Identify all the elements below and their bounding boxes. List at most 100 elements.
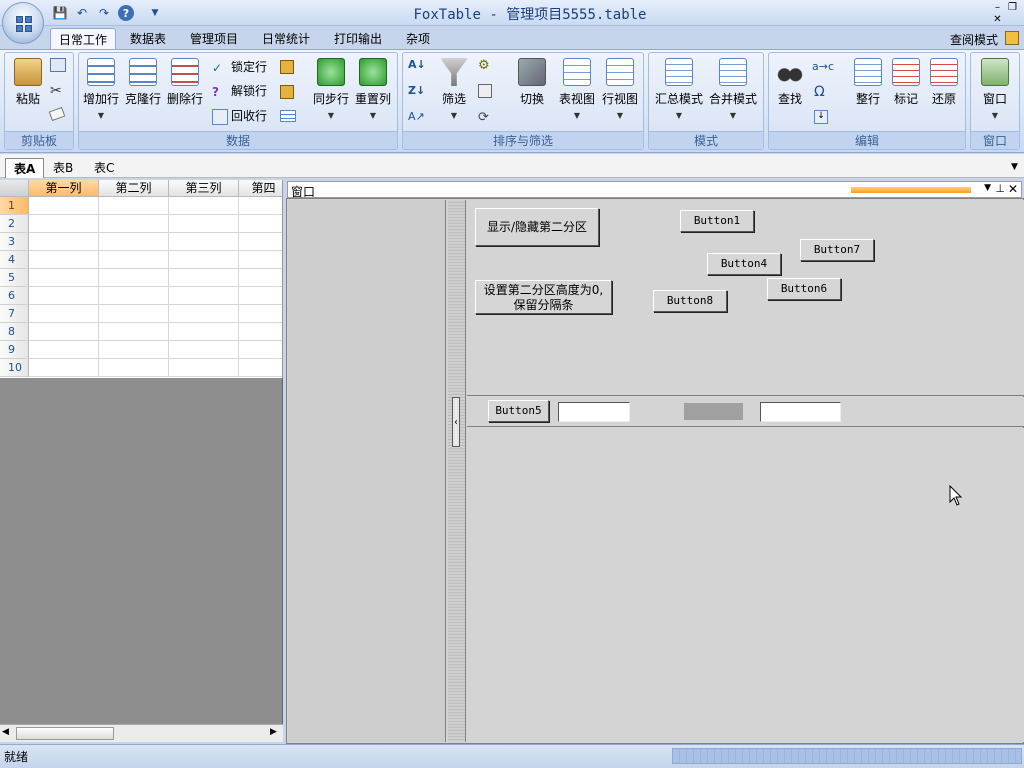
grid-cell[interactable] <box>169 359 239 377</box>
summary-mode-dropdown-icon[interactable]: ▼ <box>653 111 705 120</box>
row-number[interactable]: 7 <box>0 305 29 323</box>
vertical-splitter[interactable] <box>448 200 466 742</box>
grid-cell[interactable] <box>239 287 282 305</box>
grid-cell[interactable] <box>29 233 99 251</box>
grid-cell[interactable] <box>169 323 239 341</box>
row-number[interactable]: 10 <box>0 359 29 377</box>
grid-cell[interactable] <box>29 305 99 323</box>
grid-cell[interactable] <box>169 197 239 215</box>
save-icon[interactable]: 💾 <box>52 5 68 21</box>
recycle-row-button[interactable]: 回收行 <box>212 106 267 126</box>
splitter-collapse-icon[interactable]: ‹ <box>452 397 460 447</box>
sync-dropdown-icon[interactable]: ▼ <box>311 111 351 120</box>
window-button[interactable]: 窗口 ▼ <box>975 58 1015 120</box>
unlock-row-button[interactable]: ? 解锁行 <box>212 81 267 101</box>
grid-cell[interactable] <box>29 197 99 215</box>
grid-cell[interactable] <box>169 269 239 287</box>
row-number[interactable]: 2 <box>0 215 29 233</box>
undo-icon[interactable]: ↶ <box>74 5 90 21</box>
grid-cell[interactable] <box>239 269 282 287</box>
add-row-button[interactable]: 增加行 ▼ <box>81 58 121 120</box>
button5[interactable]: Button5 <box>488 400 549 422</box>
grid-cell[interactable] <box>239 251 282 269</box>
column-header[interactable]: 第二列 <box>99 180 169 197</box>
filter-button[interactable]: 筛选 ▼ <box>434 58 474 120</box>
close-window-button[interactable]: ✕ <box>991 14 1004 25</box>
grid-cell[interactable] <box>99 287 169 305</box>
help-icon[interactable]: ? <box>118 5 134 21</box>
row-number[interactable]: 1 <box>0 197 29 215</box>
replace-icon[interactable]: a→c <box>812 60 834 73</box>
view-mode-label[interactable]: 查阅模式 <box>950 31 998 48</box>
sheet-tab-b[interactable]: 表B <box>45 158 81 178</box>
copy-icon[interactable] <box>50 58 66 72</box>
set-height-zero-button[interactable]: 设置第二分区高度为0, 保留分隔条 <box>475 280 612 314</box>
merge-mode-button[interactable]: 合并模式 ▼ <box>707 58 759 120</box>
redo-icon[interactable]: ↷ <box>96 5 112 21</box>
row-number[interactable]: 3 <box>0 233 29 251</box>
clear-sort-icon[interactable]: A↗ <box>408 110 425 123</box>
sheet-tab-a[interactable]: 表A <box>5 158 45 178</box>
delete-row-button[interactable]: 删除行 <box>165 58 205 107</box>
lock-row-button[interactable]: ✓ 锁定行 <box>212 57 267 77</box>
grid-cell[interactable] <box>99 323 169 341</box>
grid-cell[interactable] <box>99 233 169 251</box>
omega-icon[interactable]: Ω <box>814 84 825 100</box>
paste-button[interactable]: 粘贴 <box>8 58 48 107</box>
grid-cell[interactable] <box>29 269 99 287</box>
grid-cell[interactable] <box>29 323 99 341</box>
tab-datatable[interactable]: 数据表 <box>122 28 174 50</box>
grid-cell[interactable] <box>169 215 239 233</box>
grid-cell[interactable] <box>239 305 282 323</box>
toggle-second-panel-button[interactable]: 显示/隐藏第二分区 <box>475 208 599 246</box>
text-input-1[interactable] <box>558 402 630 422</box>
row-number[interactable]: 6 <box>0 287 29 305</box>
table-view-button[interactable]: 表视图 ▼ <box>557 58 597 120</box>
reset-col-button[interactable]: 重置列 ▼ <box>353 58 393 120</box>
grid-cell[interactable] <box>29 215 99 233</box>
app-menu-button[interactable] <box>2 2 44 44</box>
sync-row-button[interactable]: 同步行 ▼ <box>311 58 351 120</box>
button7[interactable]: Button7 <box>800 239 874 261</box>
table-dropdown-icon[interactable] <box>280 110 296 122</box>
column-header[interactable]: 第三列 <box>169 180 239 197</box>
scroll-right-icon[interactable]: ▶ <box>270 727 277 737</box>
panel-pin-icon[interactable]: ⊥ <box>995 182 1005 195</box>
grid-cell[interactable] <box>29 359 99 377</box>
grid-cell[interactable] <box>99 305 169 323</box>
select-all-corner[interactable] <box>0 180 29 197</box>
tidy-row-button[interactable]: 整行 <box>848 58 888 107</box>
table-view-dropdown-icon[interactable]: ▼ <box>557 111 597 120</box>
lock-icon[interactable] <box>280 60 294 74</box>
restore-button[interactable]: 还原 <box>924 58 964 107</box>
column-header[interactable]: 第四 <box>239 180 282 197</box>
find-button[interactable]: 查找 <box>770 58 810 107</box>
reset-col-dropdown-icon[interactable]: ▼ <box>353 111 393 120</box>
scroll-left-icon[interactable]: ◀ <box>2 727 9 737</box>
button6[interactable]: Button6 <box>767 278 841 300</box>
grid-cell[interactable] <box>29 287 99 305</box>
button8[interactable]: Button8 <box>653 290 727 312</box>
add-row-dropdown-icon[interactable]: ▼ <box>81 111 121 120</box>
mark-button[interactable]: 标记 <box>886 58 926 107</box>
row-number[interactable]: 5 <box>0 269 29 287</box>
grid-cell[interactable] <box>29 251 99 269</box>
grid-cell[interactable] <box>239 233 282 251</box>
sort-desc-icon[interactable]: Z↓ <box>408 84 425 97</box>
grid-cell[interactable] <box>99 341 169 359</box>
clone-row-button[interactable]: 克隆行 <box>123 58 163 107</box>
row-number[interactable]: 9 <box>0 341 29 359</box>
sheet-tabs-dropdown-icon[interactable]: ▼ <box>1011 162 1018 172</box>
tab-daily-work[interactable]: 日常工作 <box>50 28 117 50</box>
unlock-icon[interactable] <box>280 85 294 99</box>
filter-clear-icon[interactable]: ⟳ <box>478 110 489 125</box>
grid-cell[interactable] <box>99 251 169 269</box>
qat-dropdown-icon[interactable]: ▼ <box>147 5 163 21</box>
grid-cell[interactable] <box>29 341 99 359</box>
filter-options-icon[interactable]: ⚙ <box>478 58 490 73</box>
grid-cell[interactable] <box>169 287 239 305</box>
switch-button[interactable]: 切换 <box>512 58 552 107</box>
sheet-tab-c[interactable]: 表C <box>86 158 122 178</box>
tab-misc[interactable]: 杂项 <box>398 28 438 50</box>
grid-cell[interactable] <box>169 341 239 359</box>
